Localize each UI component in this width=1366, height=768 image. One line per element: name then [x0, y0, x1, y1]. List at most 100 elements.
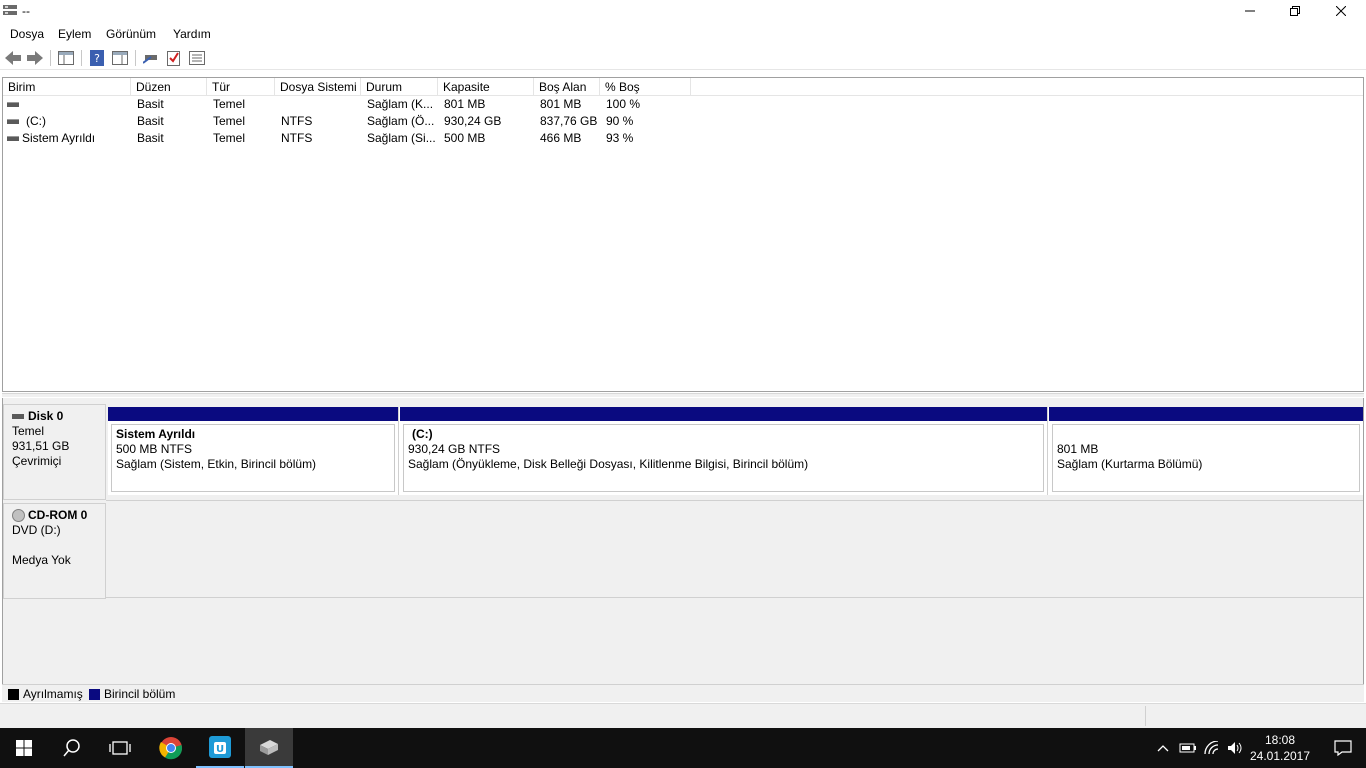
cell-percent-free: 90 % — [606, 114, 634, 128]
disk-0-label[interactable]: Disk 0 Temel 931,51 GB Çevrimiçi — [3, 404, 106, 500]
cell-filesystem: NTFS — [281, 131, 313, 145]
clock[interactable]: 18:08 24.01.2017 — [1240, 732, 1320, 764]
partition-system-reserved[interactable]: Sistem Ayrıldı 500 MB NTFS Sağlam (Siste… — [108, 407, 399, 495]
column-header-capacity[interactable]: Kapasite — [438, 78, 534, 96]
taskbar-chrome[interactable] — [147, 728, 195, 768]
close-button[interactable] — [1318, 0, 1364, 22]
show-hide-pane-button[interactable] — [111, 49, 129, 67]
toolbar-separator — [135, 50, 136, 66]
cell-volume: Sistem Ayrıldı — [22, 131, 96, 145]
task-view-button[interactable] — [96, 728, 144, 768]
partition-c[interactable]: (C:) 930,24 GB NTFS Sağlam (Önyükleme, D… — [400, 407, 1048, 495]
list-header: Birim Düzen Tür Dosya Sistemi Durum Kapa… — [3, 78, 1363, 96]
menu-file[interactable]: Dosya — [10, 27, 44, 41]
partition-status: Sağlam (Kurtarma Bölümü) — [1057, 457, 1203, 471]
legend-swatch — [89, 688, 100, 700]
clock-date: 24.01.2017 — [1249, 749, 1311, 763]
back-button[interactable] — [4, 49, 22, 67]
cdrom-0-area[interactable] — [106, 500, 1363, 598]
minimize-button[interactable] — [1227, 0, 1273, 22]
search-icon — [63, 739, 80, 757]
table-row[interactable]: Basit Temel Sağlam (K... 801 MB 801 MB 1… — [3, 96, 1363, 113]
disk-size — [12, 538, 97, 553]
legend-item-unallocated: Ayrılmamış — [8, 687, 83, 701]
partition-status: Sağlam (Önyükleme, Disk Belleği Dosyası,… — [408, 457, 809, 471]
network-button[interactable] — [1201, 728, 1223, 768]
check-button[interactable] — [165, 49, 183, 67]
partition-bar — [400, 407, 1047, 421]
legend-swatch — [8, 688, 19, 700]
disk-size: 931,51 GB — [12, 439, 70, 453]
menu-help[interactable]: Yardım — [173, 27, 211, 41]
legend-item-primary: Birincil bölüm — [89, 687, 175, 701]
table-row[interactable]: Sistem Ayrıldı Basit Temel NTFS Sağlam (… — [3, 130, 1363, 147]
partition-body: (C:) 930,24 GB NTFS Sağlam (Önyükleme, D… — [403, 424, 1044, 492]
action-center-button[interactable] — [1320, 728, 1366, 768]
partition-title: (C:) — [412, 427, 433, 441]
chevron-up-icon — [1157, 745, 1169, 752]
cell-capacity: 801 MB — [444, 97, 486, 111]
cell-layout: Basit — [137, 97, 164, 111]
search-button[interactable] — [48, 728, 96, 768]
status-segment — [1145, 706, 1146, 726]
volume-icon — [7, 119, 19, 124]
start-button[interactable] — [0, 728, 48, 768]
column-header-layout[interactable]: Düzen — [131, 78, 207, 96]
menu-bar: Dosya Eylem Görünüm Yardım — [0, 24, 1366, 44]
cell-layout: Basit — [137, 131, 164, 145]
connect-button[interactable] — [142, 49, 160, 67]
legend-label: Birincil bölüm — [104, 687, 176, 701]
cell-status: Sağlam (Si... — [367, 131, 436, 145]
cell-capacity: 930,24 GB — [444, 114, 502, 128]
store-app-icon: U — [209, 736, 231, 758]
help-button[interactable]: ? — [88, 49, 106, 67]
properties-button[interactable] — [188, 49, 206, 67]
column-header-volume[interactable]: Birim — [3, 78, 131, 96]
svg-text:?: ? — [94, 52, 100, 65]
battery-icon — [1179, 743, 1196, 753]
svg-text:U: U — [216, 744, 224, 755]
forward-button[interactable] — [26, 49, 44, 67]
toolbar-separator — [81, 50, 82, 66]
toolbar-separator — [50, 50, 51, 66]
title-bar: -- — [0, 0, 1366, 22]
cell-filesystem — [281, 96, 361, 113]
menu-view[interactable]: Görünüm — [106, 27, 156, 41]
column-header-status[interactable]: Durum — [361, 78, 438, 96]
cdrom-0-label[interactable]: CD-ROM 0 DVD (D:) Medya Yok — [3, 503, 106, 599]
partition-title — [1057, 427, 1355, 442]
cell-type: Temel — [213, 97, 246, 111]
column-header-percent-free[interactable]: % Boş — [600, 78, 691, 96]
partition-body: Sistem Ayrıldı 500 MB NTFS Sağlam (Siste… — [111, 424, 395, 492]
taskbar-disk-management[interactable] — [245, 728, 293, 768]
console-tree-button[interactable] — [57, 49, 75, 67]
taskbar-store-app[interactable]: U — [196, 728, 244, 768]
legend-label: Ayrılmamış — [23, 687, 83, 701]
disk-0-partitions: Sistem Ayrıldı 500 MB NTFS Sağlam (Siste… — [108, 407, 1363, 495]
console-tree-icon — [58, 51, 74, 65]
windows-start-icon — [16, 740, 32, 756]
partition-recovery[interactable]: 801 MB Sağlam (Kurtarma Bölümü) — [1049, 407, 1363, 495]
menu-action[interactable]: Eylem — [58, 27, 91, 41]
pane-splitter[interactable] — [2, 393, 1364, 397]
cell-volume: (C:) — [26, 114, 46, 128]
table-row[interactable]: (C:) Basit Temel NTFS Sağlam (Ö... 930,2… — [3, 113, 1363, 130]
cell-filesystem: NTFS — [281, 114, 313, 128]
restore-icon — [1290, 6, 1300, 16]
column-header-type[interactable]: Tür — [207, 78, 275, 96]
restore-button[interactable] — [1272, 0, 1318, 22]
properties-icon — [189, 51, 205, 65]
task-view-icon — [109, 741, 131, 755]
partition-body: 801 MB Sağlam (Kurtarma Bölümü) — [1052, 424, 1360, 492]
column-header-filesystem[interactable]: Dosya Sistemi — [275, 78, 361, 96]
status-bar — [0, 703, 1366, 728]
battery-button[interactable] — [1177, 728, 1199, 768]
show-hidden-icons-button[interactable] — [1153, 728, 1173, 768]
clock-time: 18:08 — [1264, 733, 1296, 747]
volume-icon — [7, 136, 19, 141]
column-header-free-space[interactable]: Boş Alan — [534, 78, 600, 96]
partition-bar — [1049, 407, 1363, 421]
disk-status: Medya Yok — [12, 553, 71, 567]
minimize-icon — [1245, 10, 1255, 12]
check-icon — [167, 51, 180, 66]
